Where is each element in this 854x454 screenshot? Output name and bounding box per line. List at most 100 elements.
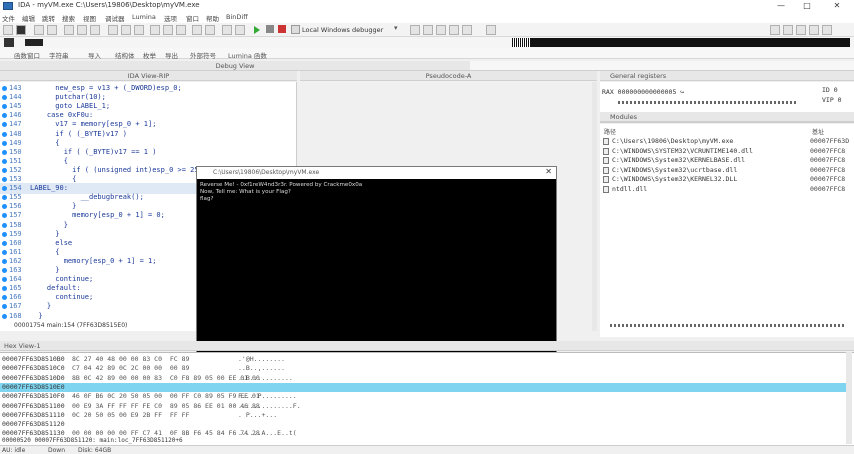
code-icon[interactable]	[150, 25, 160, 35]
run-to-cursor-icon[interactable]	[436, 25, 446, 35]
breakpoint-icon[interactable]	[449, 25, 459, 35]
ida-view-header[interactable]: IDA View-RIP	[0, 71, 297, 81]
string-icon[interactable]	[176, 25, 186, 35]
breakpoint-dot-icon[interactable]	[2, 222, 7, 228]
menu-file[interactable]: 文件	[2, 13, 15, 23]
module-row[interactable]: ntdll.dll 00007FFC8	[602, 185, 854, 194]
breakpoint-dot-icon[interactable]	[2, 304, 7, 310]
modules-scrollbar[interactable]	[610, 324, 846, 327]
step-over-icon[interactable]	[423, 25, 433, 35]
breakpoint-dot-icon[interactable]	[2, 149, 7, 155]
menu-jump[interactable]: 跳转	[42, 13, 55, 23]
menu-help[interactable]: 帮助	[206, 13, 219, 23]
close-button[interactable]: ✕	[826, 0, 848, 12]
save-icon[interactable]	[16, 25, 26, 35]
breakpoint-dot-icon[interactable]	[2, 286, 7, 292]
tab-functions[interactable]: 函数窗口	[14, 50, 40, 60]
breakpoint-dot-icon[interactable]	[2, 240, 7, 246]
rax-register[interactable]: RAX 000000000000005 ↪	[602, 88, 684, 96]
breakpoint-dot-icon[interactable]	[2, 104, 7, 110]
tab-lumina-functions[interactable]: Lumina 函数	[228, 50, 267, 60]
data-icon[interactable]	[163, 25, 173, 35]
menu-bindiff[interactable]: BinDiff	[226, 13, 248, 21]
module-row[interactable]: C:\Users\19806\Desktop\myVM.exe 00007FF63…	[602, 137, 854, 146]
breakpoint-dot-icon[interactable]	[2, 258, 7, 264]
graph-icon[interactable]	[222, 25, 232, 35]
modules-col-base[interactable]: 基址	[812, 127, 824, 136]
back-icon[interactable]	[34, 25, 44, 35]
menu-windows[interactable]: 窗口	[186, 13, 199, 23]
stop-icon[interactable]	[278, 25, 286, 33]
breakpoint-dot-icon[interactable]	[2, 86, 7, 91]
breakpoint-dot-icon[interactable]	[2, 95, 7, 101]
bin-search-icon[interactable]	[134, 25, 144, 35]
hex-icon[interactable]	[235, 25, 245, 35]
breakpoint-dot-icon[interactable]	[2, 113, 7, 119]
breakpoint-dot-icon[interactable]	[2, 167, 7, 173]
menu-lumina[interactable]: Lumina	[132, 13, 156, 21]
minimize-button[interactable]: —	[770, 0, 792, 12]
open-icon[interactable]	[3, 25, 13, 35]
breakpoint-dot-icon[interactable]	[2, 213, 7, 219]
layout-icon[interactable]	[783, 25, 793, 35]
ida-scrollbar[interactable]	[592, 82, 597, 331]
hex-scrollbar[interactable]	[846, 352, 852, 444]
debugger-select[interactable]: Local Windows debugger	[302, 26, 383, 34]
menu-view[interactable]: 视图	[83, 13, 96, 23]
hex-row[interactable]: 00007FF63D851100 00 E9 3A FF FF FF FE C0 …	[0, 402, 740, 411]
navigation-band[interactable]	[530, 38, 850, 47]
tab-strings[interactable]: 字符串	[49, 50, 69, 60]
breakpoint-dot-icon[interactable]	[2, 313, 7, 319]
breakpoint-dot-icon[interactable]	[2, 231, 7, 237]
breakpoint-dot-icon[interactable]	[2, 177, 7, 182]
menu-options[interactable]: 选项	[164, 13, 177, 23]
enum-icon[interactable]	[205, 25, 215, 35]
hex-row[interactable]: 00007FF63D8510C0 C7 04 42 89 0C 2C 00 00 …	[0, 364, 740, 373]
hex-view-header[interactable]: Hex View-1	[0, 341, 854, 351]
tab-structures[interactable]: 结构体	[115, 50, 135, 60]
registers-header[interactable]: General registers	[600, 71, 854, 81]
menu-debugger[interactable]: 调试器	[105, 13, 125, 23]
pseudocode-header[interactable]: Pseudocode-A	[300, 71, 597, 81]
breakpoint-dot-icon[interactable]	[2, 186, 7, 192]
regs-scrollbar[interactable]	[618, 101, 796, 104]
copy-icon[interactable]	[77, 25, 87, 35]
struct-icon[interactable]	[192, 25, 202, 35]
breakpoint-dot-icon[interactable]	[2, 195, 7, 201]
module-row[interactable]: C:\WINDOWS\System32\ucrtbase.dll 00007FFC…	[602, 166, 854, 175]
breakpoint-dot-icon[interactable]	[2, 268, 7, 273]
console-window[interactable]: C:\Users\19806\Desktop\myVM.exe ✕ Revers…	[196, 166, 557, 360]
menu-edit[interactable]: 编辑	[22, 13, 35, 23]
breakpoint-dot-icon[interactable]	[2, 131, 7, 137]
tab-exports[interactable]: 导出	[165, 50, 178, 60]
tab-external-symbols[interactable]: 外部符号	[190, 50, 216, 60]
chevron-down-icon[interactable]: ▾	[394, 24, 398, 32]
breakpoint-dot-icon[interactable]	[2, 158, 7, 164]
settings-icon[interactable]	[770, 25, 780, 35]
breakpoint-dot-icon[interactable]	[2, 140, 7, 146]
menu-search[interactable]: 搜索	[62, 13, 75, 23]
module-row[interactable]: C:\WINDOWS\System32\KERNEL32.DLL 00007FFC…	[602, 175, 854, 184]
hex-row[interactable]: 00007FF63D851120	[0, 420, 740, 429]
plugin-icon[interactable]	[796, 25, 806, 35]
hex-row[interactable]: 00007FF63D8510B0 8C 27 40 48 00 00 83 C0 …	[0, 355, 740, 364]
forward-icon[interactable]	[47, 25, 57, 35]
console-close-icon[interactable]: ✕	[545, 167, 552, 176]
search-icon[interactable]	[108, 25, 118, 35]
hex-view-panel[interactable]: 00007FF63D8510B0 8C 27 40 48 00 00 83 C0 …	[0, 352, 854, 445]
breakpoint-dot-icon[interactable]	[2, 295, 7, 301]
tab-imports[interactable]: 导入	[88, 50, 101, 60]
hex-row[interactable]: 00007FF63D8510D0 8B 0C 42 89 00 00 00 83 …	[0, 374, 740, 383]
tool2-icon[interactable]	[822, 25, 832, 35]
hex-row[interactable]: 00007FF63D8510E0	[0, 382, 846, 393]
pause-icon[interactable]	[266, 25, 274, 33]
breakpoint-dot-icon[interactable]	[2, 277, 7, 283]
modules-header[interactable]: Modules	[600, 112, 854, 122]
breakpoint-dot-icon[interactable]	[2, 204, 7, 210]
maximize-button[interactable]: □	[796, 0, 818, 12]
breakpoint-dot-icon[interactable]	[2, 122, 7, 128]
tab-enums[interactable]: 枚举	[143, 50, 156, 60]
start-process-icon[interactable]	[254, 26, 260, 34]
module-row[interactable]: C:\WINDOWS\SYSTEM32\VCRUNTIME140.dll 0000…	[602, 147, 854, 156]
text-search-icon[interactable]	[121, 25, 131, 35]
